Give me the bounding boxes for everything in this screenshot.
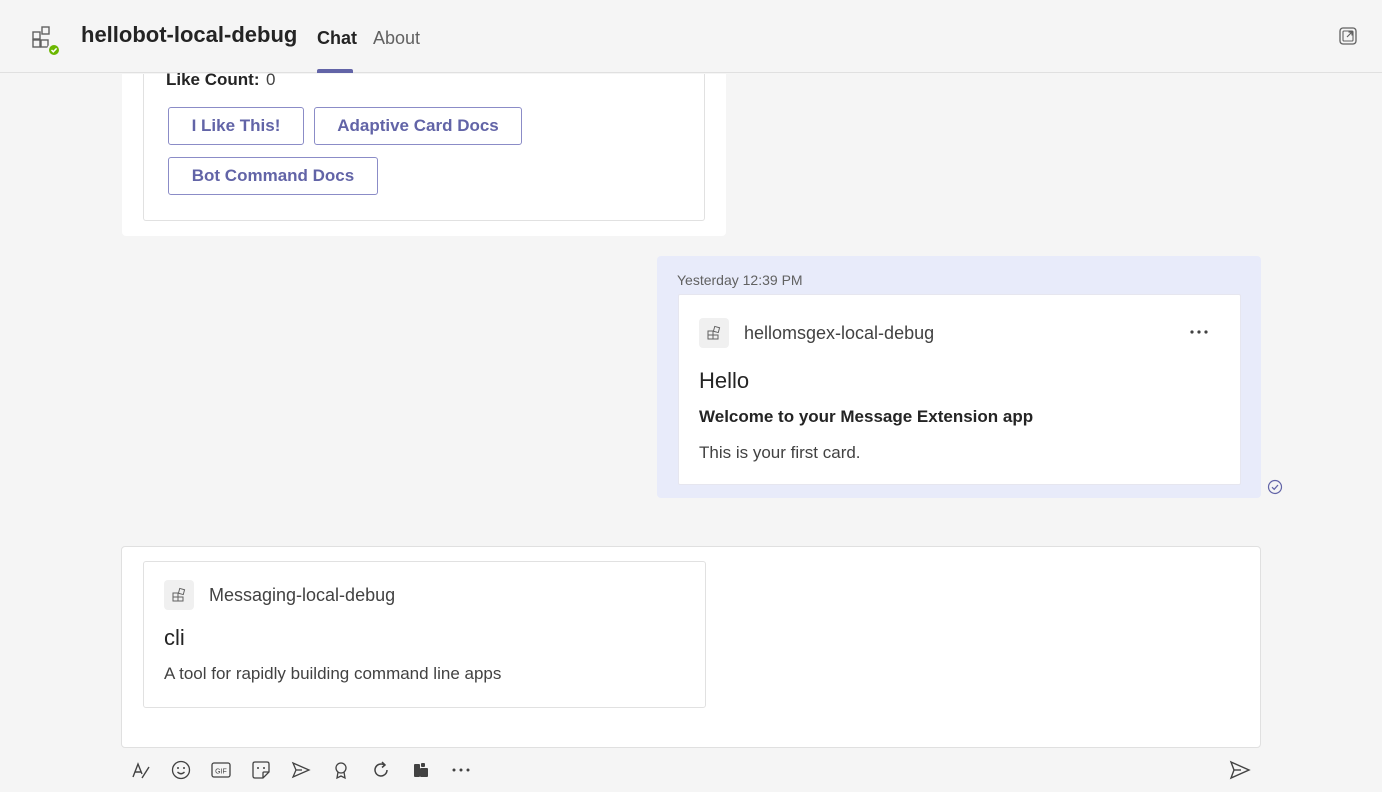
card-title: Hello (699, 368, 750, 393)
adaptive-card-docs-button[interactable]: Adaptive Card Docs (314, 107, 522, 145)
read-receipt-icon (1267, 479, 1283, 495)
like-button[interactable]: I Like This! (168, 107, 304, 145)
loop-icon[interactable] (369, 758, 393, 782)
send-icon[interactable] (1228, 758, 1252, 782)
popout-icon[interactable] (1338, 26, 1358, 46)
app-title: hellobot-local-debug (81, 22, 298, 47)
preview-app-icon (164, 580, 194, 610)
apps-icon[interactable] (409, 758, 433, 782)
card-text: This is your first card. (699, 443, 861, 462)
sticker-icon[interactable] (249, 758, 273, 782)
tab-chat[interactable]: Chat (317, 28, 357, 49)
gif-icon[interactable]: GIF (209, 758, 233, 782)
like-count-value: 0 (266, 70, 276, 89)
more-options-icon[interactable] (1187, 322, 1211, 342)
svg-text:GIF: GIF (215, 769, 227, 776)
preview-title: cli (164, 625, 185, 650)
emoji-icon[interactable] (169, 758, 193, 782)
compose-card-preview (143, 561, 706, 708)
card-app-icon (699, 318, 729, 348)
praise-icon[interactable] (329, 758, 353, 782)
preview-text: A tool for rapidly building command line… (164, 664, 502, 683)
app-icon (30, 24, 61, 57)
preview-app-name: Messaging-local-debug (209, 585, 396, 605)
app-header: hellobot-local-debug Chat About (0, 0, 1382, 73)
active-tab-indicator (317, 69, 353, 73)
card-app-name: hellomsgex-local-debug (744, 323, 935, 343)
meet-now-icon[interactable] (289, 758, 313, 782)
adaptive-card-partial (143, 74, 705, 221)
tab-about[interactable]: About (373, 28, 420, 49)
card-subtitle: Welcome to your Message Extension app (699, 407, 1034, 426)
message-timestamp: Yesterday 12:39 PM (677, 272, 803, 288)
format-icon[interactable] (129, 758, 153, 782)
like-count-label: Like Count: (166, 70, 260, 89)
more-options-icon[interactable] (449, 758, 473, 782)
bot-command-docs-button[interactable]: Bot Command Docs (168, 157, 378, 195)
